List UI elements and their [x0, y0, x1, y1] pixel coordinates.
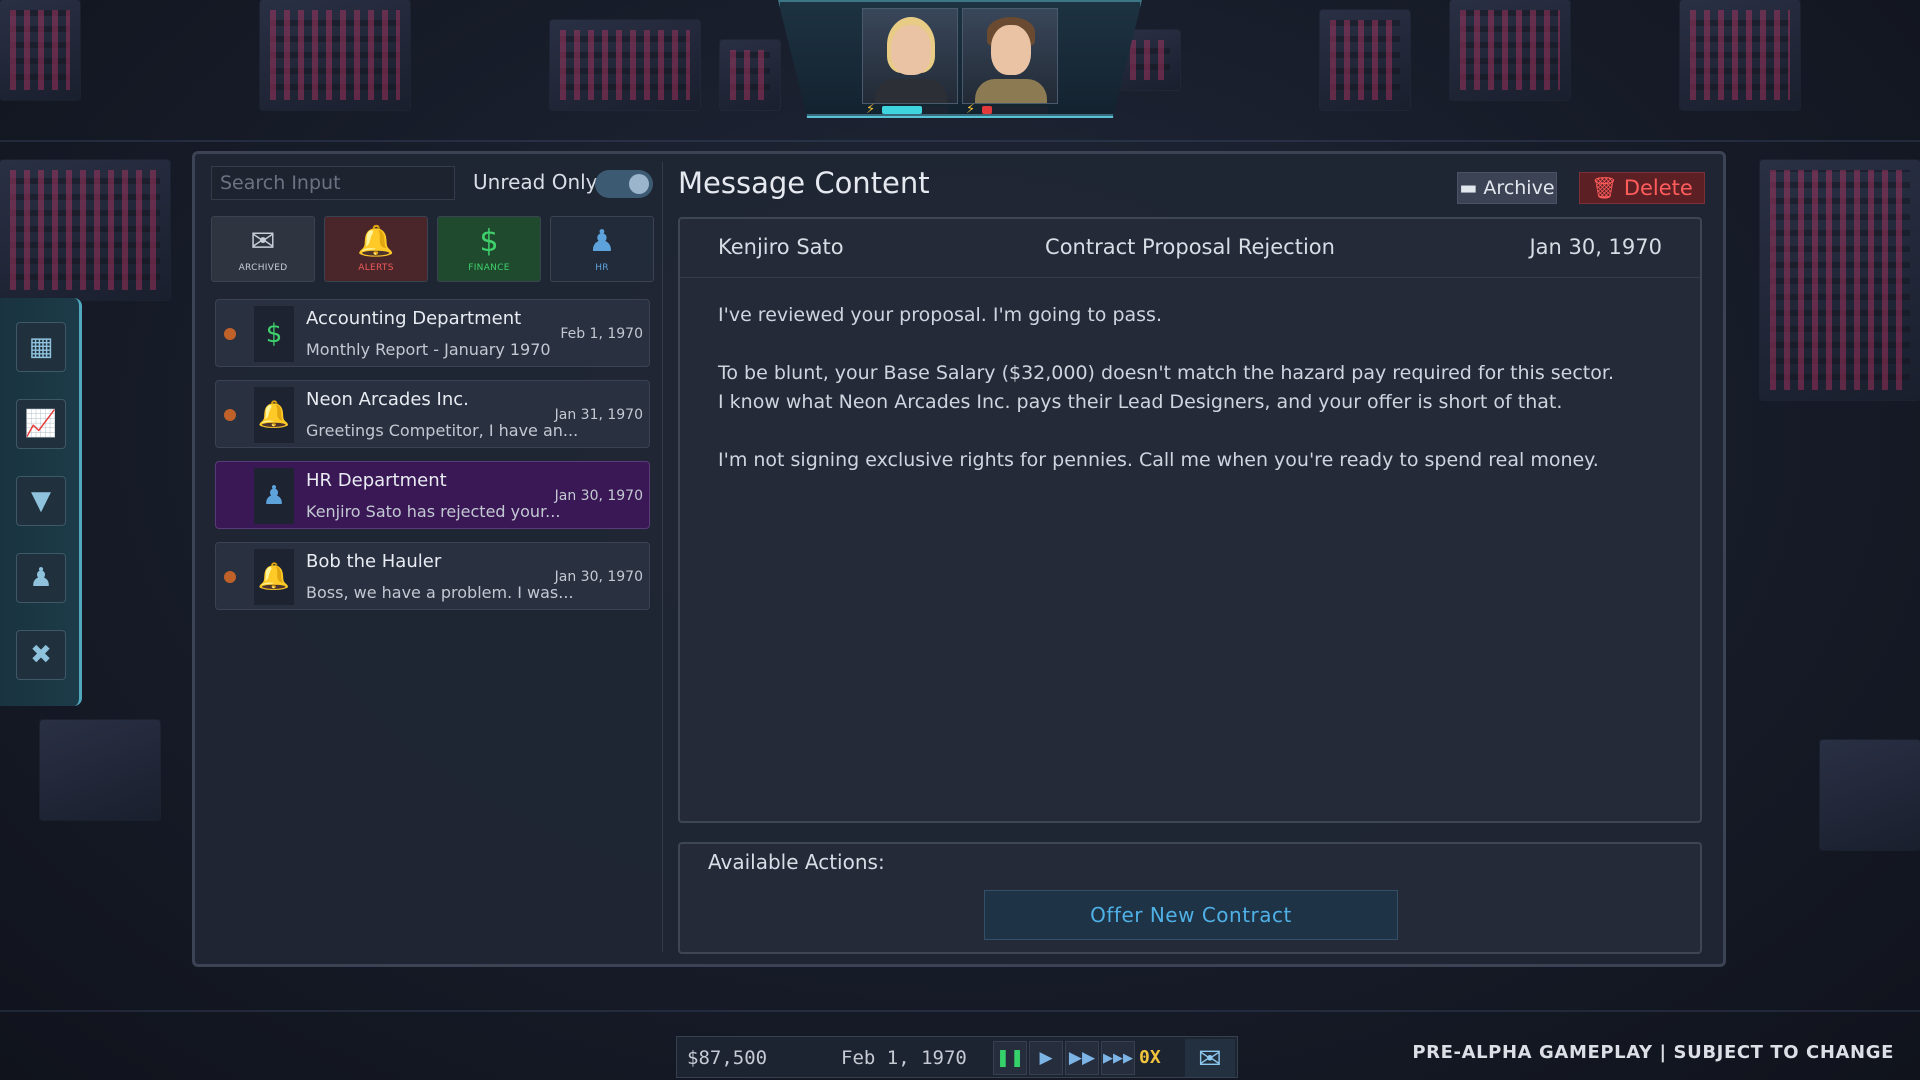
tab-label: FINANCE [468, 263, 510, 273]
message-sender: Neon Arcades Inc. [306, 389, 469, 410]
tab-finance[interactable]: $ FINANCE [437, 216, 541, 282]
tab-label: ALERTS [358, 263, 394, 273]
message-sender: Accounting Department [306, 308, 522, 329]
people-icon: ♟ [254, 468, 294, 524]
message-item[interactable]: 🔔 Bob the Hauler Boss, we have a problem… [215, 542, 650, 610]
inbox-panel: Unread Only ✉ ARCHIVED 🔔 ALERTS $ FINANC… [192, 151, 1726, 967]
staff-portrait-1[interactable] [862, 8, 958, 104]
envelope-icon: ✉ [250, 224, 276, 259]
energy-bar-1 [882, 106, 948, 114]
folder-icon: ▬ [1459, 177, 1478, 199]
fastest-button[interactable]: ▶▶▶ [1101, 1041, 1135, 1075]
bell-icon: 🔔 [357, 224, 395, 259]
dollar-icon: $ [254, 306, 294, 362]
energy-bolt-icon: ⚡ [966, 102, 976, 117]
message-body-box: Kenjiro Sato Contract Proposal Rejection… [678, 217, 1702, 823]
message-date: Jan 30, 1970 [554, 569, 643, 585]
staff-portrait-2[interactable] [962, 8, 1058, 104]
message-item[interactable]: $ Accounting Department Monthly Report -… [215, 299, 650, 367]
message-paragraph: To be blunt, your Base Salary ($32,000) … [718, 362, 1614, 413]
buildings-icon[interactable]: ▦ [16, 322, 66, 372]
message-received-date: Jan 30, 1970 [1529, 235, 1662, 259]
money-display: $87,500 [687, 1047, 768, 1069]
org-chart-icon[interactable]: ♟ [16, 553, 66, 603]
crossed-tools-icon[interactable]: ✖ [16, 630, 66, 680]
message-paragraph: I've reviewed your proposal. I'm going t… [718, 304, 1162, 326]
tab-hr[interactable]: ♟ HR [550, 216, 654, 282]
growth-chart-icon[interactable]: 📈 [16, 399, 66, 449]
tab-archived[interactable]: ✉ ARCHIVED [211, 216, 315, 282]
left-toolbar: ▦ 📈 ▼ ♟ ✖ [0, 298, 82, 706]
tab-label: HR [595, 263, 609, 273]
mail-button[interactable]: ✉ [1185, 1039, 1235, 1077]
header-divider [680, 277, 1700, 278]
message-preview: Boss, we have a problem. I was... [306, 583, 574, 602]
message-content-title: Message Content [678, 166, 930, 200]
message-sender: HR Department [306, 470, 447, 491]
status-bar: $87,500 Feb 1, 1970 ❚❚ ▶ ▶▶ ▶▶▶ 0X ✉ [676, 1036, 1238, 1078]
staff-portrait-frame [778, 0, 1142, 118]
offer-new-contract-button[interactable]: Offer New Contract [984, 890, 1398, 940]
archive-button[interactable]: ▬ Archive [1457, 172, 1557, 204]
play-button[interactable]: ▶ [1029, 1041, 1063, 1075]
unread-only-label: Unread Only [473, 170, 598, 194]
message-date: Jan 31, 1970 [554, 407, 643, 423]
envelope-icon: ✉ [1198, 1041, 1222, 1075]
message-paragraph: I'm not signing exclusive rights for pen… [718, 449, 1599, 471]
bell-icon: 🔔 [254, 549, 294, 605]
message-preview: Greetings Competitor, I have an... [306, 421, 579, 440]
message-item-selected[interactable]: ♟ HR Department Kenjiro Sato has rejecte… [215, 461, 650, 529]
panel-divider [662, 162, 663, 952]
search-input[interactable] [211, 166, 455, 200]
unread-dot [224, 571, 236, 583]
tie-icon[interactable]: ▼ [16, 476, 66, 526]
available-actions-label: Available Actions: [708, 850, 885, 874]
delete-label: Delete [1623, 176, 1693, 200]
unread-dot [224, 409, 236, 421]
bell-icon: 🔔 [254, 387, 294, 443]
delete-button[interactable]: 🗑 Delete [1579, 172, 1705, 204]
message-date: Feb 1, 1970 [560, 326, 643, 342]
message-preview: Monthly Report - January 1970 [306, 340, 551, 359]
message-item[interactable]: 🔔 Neon Arcades Inc. Greetings Competitor… [215, 380, 650, 448]
pre-alpha-notice: PRE-ALPHA GAMEPLAY | SUBJECT TO CHANGE [1412, 1042, 1894, 1063]
message-date: Jan 30, 1970 [554, 488, 643, 504]
message-preview: Kenjiro Sato has rejected your... [306, 502, 561, 521]
archive-label: Archive [1483, 177, 1555, 199]
game-date: Feb 1, 1970 [841, 1047, 967, 1069]
trash-icon: 🗑 [1591, 175, 1618, 200]
speed-indicator: 0X [1139, 1047, 1161, 1068]
energy-bar-2 [982, 106, 1048, 114]
unread-dot [224, 328, 236, 340]
pause-button[interactable]: ❚❚ [993, 1041, 1027, 1075]
actions-box: Available Actions: Offer New Contract [678, 842, 1702, 954]
energy-bolt-icon: ⚡ [866, 102, 876, 117]
unread-only-toggle[interactable] [595, 170, 653, 198]
people-icon: ♟ [588, 224, 616, 259]
message-sender: Bob the Hauler [306, 551, 442, 572]
message-body: I've reviewed your proposal. I'm going t… [718, 301, 1662, 504]
fast-forward-button[interactable]: ▶▶ [1065, 1041, 1099, 1075]
tab-alerts[interactable]: 🔔 ALERTS [324, 216, 428, 282]
dollar-icon: $ [479, 224, 499, 259]
tab-label: ARCHIVED [238, 263, 288, 273]
